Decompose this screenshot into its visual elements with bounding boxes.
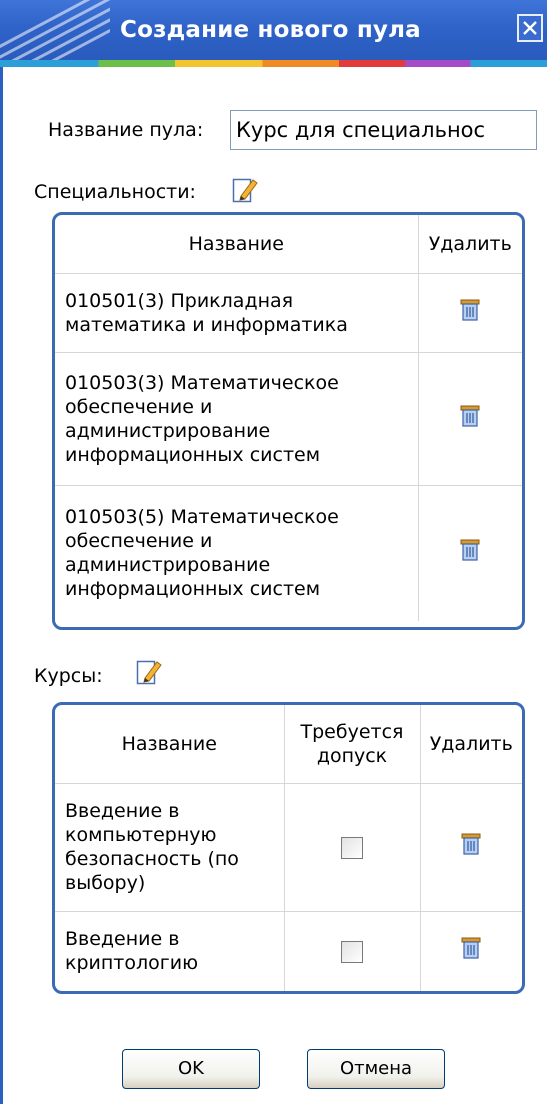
table-row: Введение в компьютерную безопасность (по… bbox=[55, 783, 522, 912]
table-row: 010503(5) Математическое обеспечение и а… bbox=[55, 485, 522, 621]
table-row: 010501(3) Прикладная математика и информ… bbox=[55, 273, 522, 353]
column-header-delete: Удалить bbox=[420, 705, 522, 784]
column-header-requires-access: Требуется допуск bbox=[284, 705, 421, 784]
courses-panel: Название Требуется допуск Удалить Введен… bbox=[52, 702, 525, 994]
specialty-name: 010501(3) Прикладная математика и информ… bbox=[55, 273, 419, 353]
table-row: Введение в криптологию bbox=[55, 911, 522, 991]
requires-access-checkbox[interactable] bbox=[341, 836, 363, 859]
table-row: 010503(3) Математическое обеспечение и а… bbox=[55, 352, 522, 486]
requires-access-checkbox[interactable] bbox=[341, 940, 363, 963]
trash-icon[interactable] bbox=[460, 299, 480, 327]
dialog-window: Создание нового пула Название пула: Курс… bbox=[0, 0, 547, 1104]
ok-button[interactable]: OK bbox=[122, 1049, 260, 1089]
trash-icon[interactable] bbox=[460, 405, 480, 433]
pool-name-label: Название пула: bbox=[48, 119, 204, 141]
specialty-name: 010503(5) Математическое обеспечение и а… bbox=[55, 485, 419, 621]
column-header-name: Название bbox=[55, 215, 419, 274]
specialties-table: Название Удалить 010501(3) Прикладная ма… bbox=[55, 215, 522, 621]
edit-icon[interactable] bbox=[232, 176, 258, 204]
window-left-border bbox=[0, 67, 3, 1104]
edit-icon[interactable] bbox=[136, 658, 162, 686]
courses-label: Курсы: bbox=[34, 665, 103, 687]
title-bar[interactable]: Создание нового пула bbox=[0, 0, 547, 60]
trash-icon[interactable] bbox=[461, 833, 481, 861]
specialty-name: 010503(3) Математическое обеспечение и а… bbox=[55, 352, 419, 486]
courses-table: Название Требуется допуск Удалить Введен… bbox=[55, 705, 522, 991]
course-name: Введение в компьютерную безопасность (по… bbox=[55, 783, 285, 912]
specialties-panel: Название Удалить 010501(3) Прикладная ма… bbox=[52, 212, 525, 630]
course-name: Введение в криптологию bbox=[55, 911, 285, 991]
column-header-name: Название bbox=[55, 705, 285, 784]
column-header-delete: Удалить bbox=[418, 215, 522, 274]
specialties-label: Специальности: bbox=[34, 181, 196, 203]
close-button[interactable] bbox=[517, 14, 543, 42]
trash-icon[interactable] bbox=[460, 539, 480, 567]
cancel-button[interactable]: Отмена bbox=[307, 1049, 445, 1089]
trash-icon[interactable] bbox=[461, 937, 481, 965]
window-title: Создание нового пула bbox=[120, 17, 421, 43]
title-color-bar bbox=[0, 60, 547, 67]
pool-name-input[interactable]: Курс для специальнос bbox=[230, 110, 537, 150]
title-logo-stripes bbox=[0, 0, 110, 60]
